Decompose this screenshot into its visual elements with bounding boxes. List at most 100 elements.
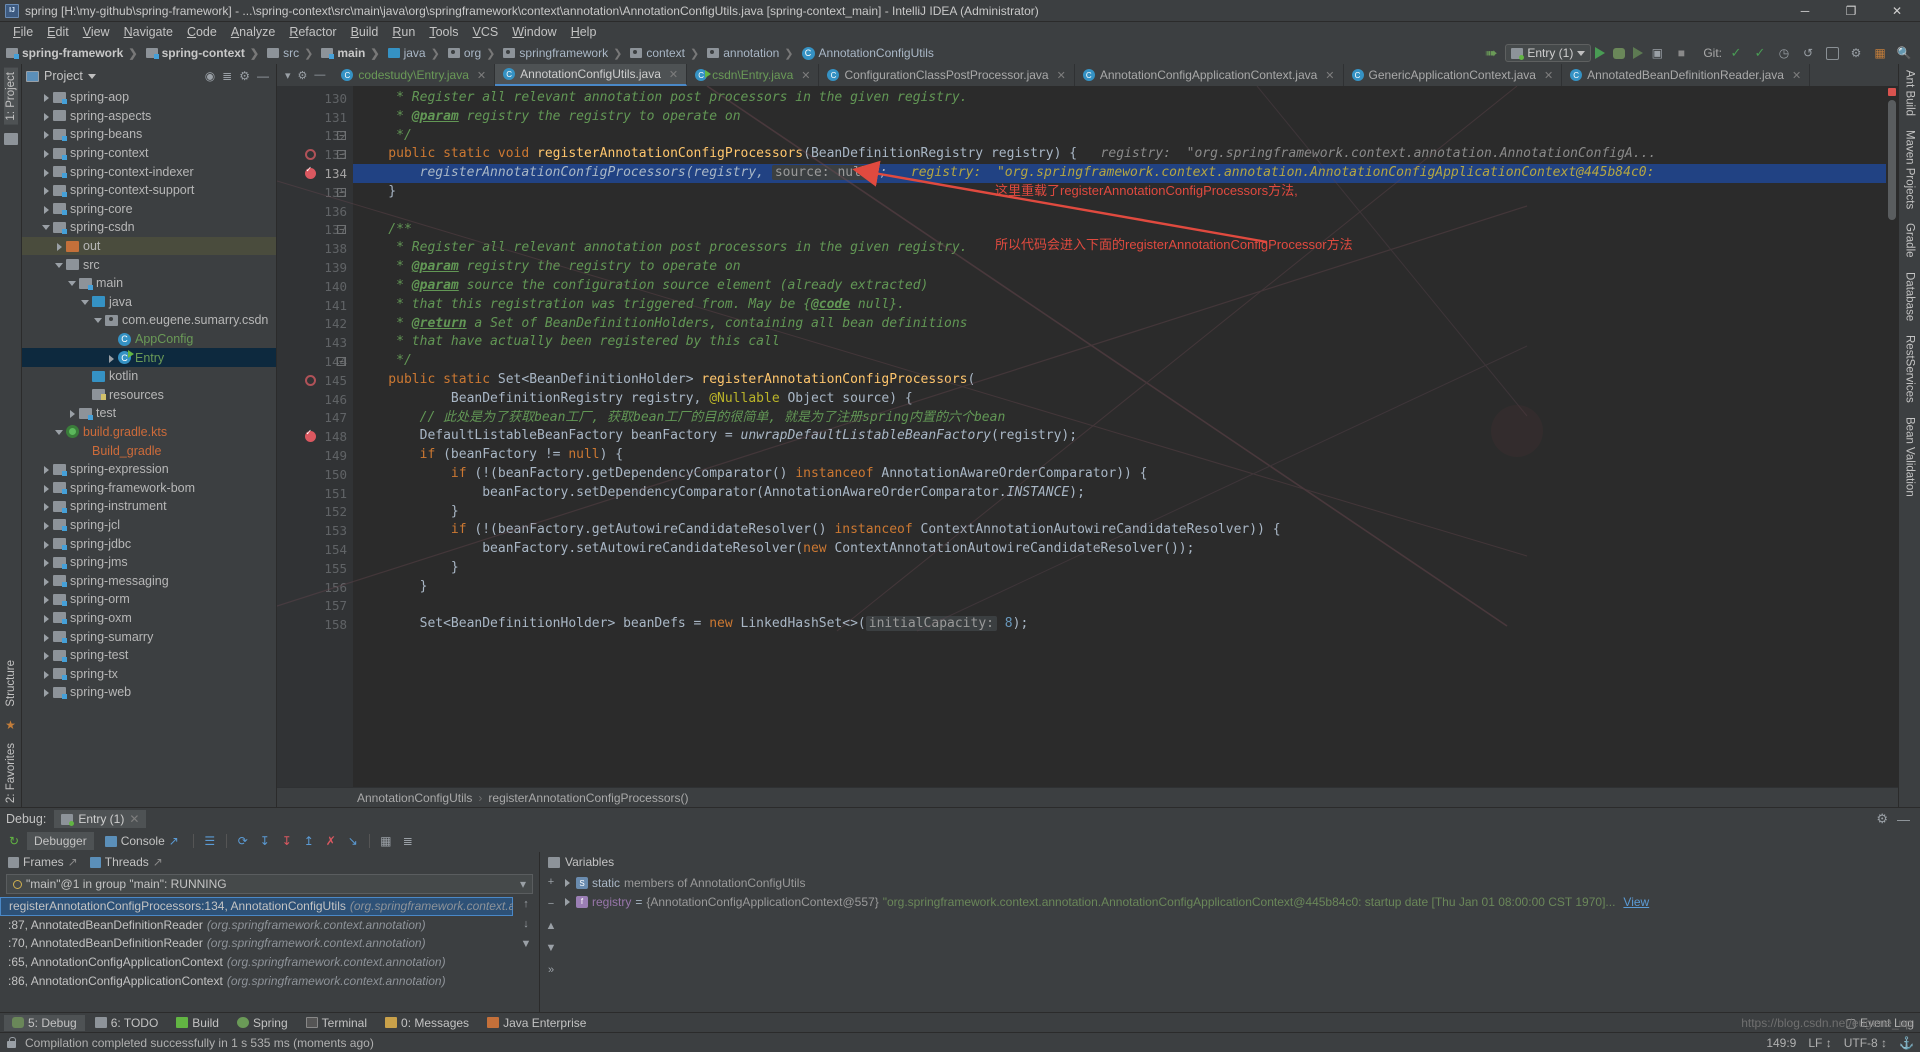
- panel-hide-icon[interactable]: —: [257, 69, 269, 83]
- tree-node-spring-jcl[interactable]: spring-jcl: [22, 516, 276, 535]
- sidebar-item-favorites[interactable]: 2: Favorites: [4, 739, 18, 807]
- tree-node-spring-test[interactable]: spring-test: [22, 646, 276, 665]
- tree-node-com-eugene-sumarry-csdn[interactable]: com.eugene.sumarry.csdn: [22, 311, 276, 330]
- error-stripe-icon[interactable]: [1888, 88, 1896, 96]
- breakpoint-disabled-icon[interactable]: [305, 374, 316, 386]
- breadcrumb-item-main[interactable]: main ❯: [319, 46, 385, 60]
- tree-node-src[interactable]: src: [22, 255, 276, 274]
- gutter-line-153[interactable]: 153: [277, 521, 353, 540]
- editor-tab-annotationconfigapplicationcontext-java[interactable]: C AnnotationConfigApplicationContext.java…: [1075, 64, 1344, 86]
- close-icon[interactable]: ✕: [801, 69, 810, 82]
- breakpoint-verified-icon[interactable]: [305, 165, 316, 180]
- run-button[interactable]: [1595, 47, 1606, 59]
- bottom-tab-java-enterprise[interactable]: Java Enterprise: [479, 1015, 594, 1031]
- chevron-right-icon[interactable]: [41, 539, 51, 549]
- tree-node-spring-core[interactable]: spring-core: [22, 200, 276, 219]
- menu-item-view[interactable]: View: [76, 24, 117, 40]
- tab-debugger[interactable]: Debugger: [27, 832, 94, 850]
- code-line-150[interactable]: if (!(beanFactory.getDependencyComparato…: [353, 465, 1886, 484]
- gutter-line-147[interactable]: 147: [277, 409, 353, 428]
- debug-settings-gear-icon[interactable]: ⚙: [1876, 811, 1888, 827]
- watch-more-icon[interactable]: »: [548, 964, 554, 976]
- bottom-tab-5-debug[interactable]: 5: Debug: [4, 1014, 85, 1031]
- frames-tab[interactable]: Frames ↗: [8, 855, 78, 869]
- gutter-line-130[interactable]: 130: [277, 89, 353, 108]
- chevron-down-icon[interactable]: [41, 222, 51, 232]
- rerun-icon[interactable]: ↻: [5, 832, 23, 850]
- gutter-line-146[interactable]: 146: [277, 390, 353, 409]
- code-line-158[interactable]: Set<BeanDefinitionHolder> beanDefs = new…: [353, 615, 1886, 634]
- gutter-line-131[interactable]: 131: [277, 108, 353, 127]
- chevron-down-icon[interactable]: [54, 427, 64, 437]
- arrow-up-icon[interactable]: ↑: [523, 898, 529, 910]
- close-button[interactable]: ✕: [1874, 0, 1920, 22]
- right-tool-ant-build[interactable]: Ant Build: [1904, 70, 1916, 116]
- file-encoding[interactable]: UTF-8 ↕: [1844, 1036, 1887, 1050]
- tree-node-java[interactable]: java: [22, 293, 276, 312]
- menu-item-navigate[interactable]: Navigate: [117, 24, 180, 40]
- chevron-right-icon[interactable]: [41, 501, 51, 512]
- watch-down-icon[interactable]: ▼: [546, 942, 557, 954]
- tree-node-spring-context-support[interactable]: spring-context-support: [22, 181, 276, 200]
- breadcrumb-item-context[interactable]: context ❯: [628, 46, 705, 60]
- gutter-line-132[interactable]: −132: [277, 127, 353, 146]
- run-coverage-button[interactable]: [1633, 47, 1644, 59]
- editor-tab-annotatedbeandefinitionreader-java[interactable]: C AnnotatedBeanDefinitionReader.java ✕: [1562, 64, 1811, 86]
- code-line-132[interactable]: */: [353, 127, 1886, 146]
- tree-node-appconfig[interactable]: C AppConfig: [22, 330, 276, 349]
- close-icon[interactable]: ✕: [1057, 69, 1066, 82]
- tree-node-spring-jms[interactable]: spring-jms: [22, 553, 276, 572]
- editor-tab-csdn-entry-java[interactable]: Ccsdn\Entry.java ✕: [687, 64, 820, 86]
- code-line-152[interactable]: }: [353, 503, 1886, 522]
- gutter-line-150[interactable]: 150: [277, 465, 353, 484]
- watch-up-icon[interactable]: ▲: [546, 920, 557, 932]
- chevron-right-icon[interactable]: [41, 576, 51, 586]
- evaluate-expression-icon[interactable]: ▦: [377, 832, 395, 850]
- threads-tab[interactable]: Threads ↗: [89, 855, 163, 869]
- menu-item-help[interactable]: Help: [564, 24, 604, 40]
- tree-node-spring-framework-bom[interactable]: spring-framework-bom: [22, 478, 276, 497]
- scrollbar-thumb[interactable]: [1888, 100, 1896, 220]
- gutter-line-149[interactable]: 149: [277, 446, 353, 465]
- locate-target-icon[interactable]: ◉: [205, 69, 215, 83]
- frame-row[interactable]: registerAnnotationConfigProcessors:134, …: [0, 897, 513, 916]
- sidebar-item-project[interactable]: 1: Project: [3, 68, 18, 125]
- chevron-right-icon[interactable]: [41, 594, 51, 605]
- tree-node-spring-expression[interactable]: spring-expression: [22, 460, 276, 479]
- breadcrumb-method[interactable]: registerAnnotationConfigProcessors(): [488, 791, 688, 805]
- add-watch-icon[interactable]: +: [548, 876, 554, 888]
- tree-node-spring-jdbc[interactable]: spring-jdbc: [22, 534, 276, 553]
- gutter-line-155[interactable]: 155: [277, 559, 353, 578]
- menu-item-analyze[interactable]: Analyze: [224, 24, 282, 40]
- chevron-right-icon[interactable]: [41, 557, 51, 568]
- right-tool-bean-validation[interactable]: Bean Validation: [1904, 417, 1916, 497]
- chevron-right-icon[interactable]: [41, 204, 51, 214]
- tree-node-spring-aspects[interactable]: spring-aspects: [22, 107, 276, 126]
- stop-icon[interactable]: ■: [1671, 44, 1691, 62]
- chevron-right-icon[interactable]: [41, 483, 51, 493]
- gutter-line-135[interactable]: −135: [277, 183, 353, 202]
- menu-item-edit[interactable]: Edit: [40, 24, 76, 40]
- chevron-right-icon[interactable]: [41, 92, 51, 103]
- close-icon[interactable]: ✕: [477, 69, 486, 82]
- gutter-line-136[interactable]: 136: [277, 202, 353, 221]
- chevron-right-icon[interactable]: [41, 669, 51, 679]
- variable-row[interactable]: Sstatic members of AnnotationConfigUtils: [562, 874, 1920, 893]
- code-line-141[interactable]: * that this registration was triggered f…: [353, 296, 1886, 315]
- chevron-down-icon[interactable]: [80, 297, 90, 307]
- layout-icon[interactable]: [1822, 44, 1842, 62]
- tree-node-spring-instrument[interactable]: spring-instrument: [22, 497, 276, 516]
- code-fold-icon[interactable]: −: [337, 225, 346, 235]
- menu-item-window[interactable]: Window: [505, 24, 563, 40]
- collapse-all-icon[interactable]: ≣: [222, 69, 232, 83]
- code-line-146[interactable]: BeanDefinitionRegistry registry, @Nullab…: [353, 390, 1886, 409]
- run-configuration-selector[interactable]: Entry (1): [1505, 44, 1592, 62]
- bottom-tab-0-messages[interactable]: 0: Messages: [377, 1015, 477, 1031]
- breadcrumb-item-spring-context[interactable]: spring-context ❯: [144, 46, 266, 60]
- close-icon[interactable]: ✕: [669, 68, 678, 81]
- editor-tab-genericapplicationcontext-java[interactable]: C GenericApplicationContext.java ✕: [1344, 64, 1563, 86]
- menu-item-file[interactable]: File: [6, 24, 40, 40]
- tree-node-spring-orm[interactable]: spring-orm: [22, 590, 276, 609]
- menu-item-code[interactable]: Code: [180, 24, 224, 40]
- force-step-into-icon[interactable]: ↧: [278, 832, 296, 850]
